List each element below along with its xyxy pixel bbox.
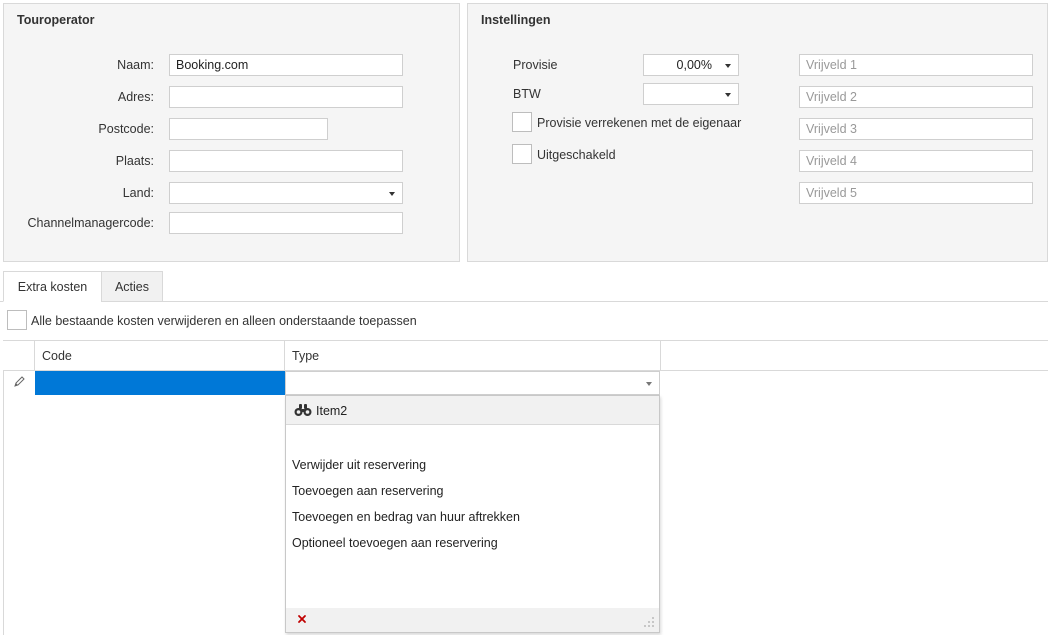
- adres-label: Adres:: [117, 90, 154, 104]
- uitgeschakeld-label[interactable]: Uitgeschakeld: [537, 148, 616, 162]
- chevron-down-icon[interactable]: [725, 64, 731, 68]
- btw-select[interactable]: [643, 83, 739, 105]
- vrijveld-5-field[interactable]: Vrijveld 5: [799, 182, 1033, 204]
- touroperator-title: Touroperator: [17, 13, 95, 27]
- dropdown-option[interactable]: Toevoegen en bedrag van huur aftrekken: [292, 510, 520, 524]
- provisie-label: Provisie: [513, 58, 558, 72]
- uitgeschakeld-checkbox[interactable]: [512, 144, 532, 164]
- btw-label: BTW: [513, 87, 541, 101]
- vrijveld-5-placeholder: Vrijveld 5: [806, 186, 857, 200]
- vrijveld-1-placeholder: Vrijveld 1: [806, 58, 857, 72]
- type-cell-editor[interactable]: [285, 371, 660, 395]
- provisie-verrekenen-label[interactable]: Provisie verrekenen met de eigenaar: [537, 116, 741, 130]
- vrijveld-1-field[interactable]: Vrijveld 1: [799, 54, 1033, 76]
- type-dropdown-popup: Item2 Verwijder uit reservering Toevoege…: [285, 395, 660, 633]
- land-label: Land:: [122, 186, 154, 200]
- kosten-verwijderen-label[interactable]: Alle bestaande kosten verwijderen en all…: [31, 314, 417, 328]
- dropdown-option[interactable]: Toevoegen aan reservering: [292, 484, 444, 498]
- provisie-select[interactable]: 0,00%: [643, 54, 739, 76]
- grid-header: Code Type: [3, 340, 1048, 371]
- channelmanagercode-label: Channelmanagercode:: [27, 216, 154, 230]
- dropdown-option-empty[interactable]: [292, 432, 652, 450]
- dropdown-search-bar[interactable]: Item2: [286, 396, 659, 425]
- column-header-code[interactable]: Code: [42, 349, 72, 363]
- resize-grip-icon[interactable]: [643, 616, 655, 628]
- column-divider: [284, 341, 285, 371]
- vrijveld-2-placeholder: Vrijveld 2: [806, 90, 857, 104]
- naam-field[interactable]: Booking.com: [169, 54, 403, 76]
- chevron-down-icon[interactable]: [646, 382, 652, 386]
- kosten-verwijderen-checkbox[interactable]: [7, 310, 27, 330]
- instellingen-title: Instellingen: [481, 13, 551, 27]
- land-select[interactable]: [169, 182, 403, 204]
- tab-acties[interactable]: Acties: [101, 271, 163, 302]
- plaats-field[interactable]: [169, 150, 403, 172]
- column-divider: [34, 341, 35, 371]
- tab-extra-kosten[interactable]: Extra kosten: [3, 271, 102, 302]
- naam-label: Naam:: [117, 58, 154, 72]
- chevron-down-icon[interactable]: [389, 192, 395, 196]
- chevron-down-icon[interactable]: [725, 93, 731, 97]
- row-indicator-column: [3, 371, 4, 635]
- vrijveld-2-field[interactable]: Vrijveld 2: [799, 86, 1033, 108]
- vrijveld-4-field[interactable]: Vrijveld 4: [799, 150, 1033, 172]
- plaats-label: Plaats:: [115, 154, 154, 168]
- binoculars-icon: [294, 403, 312, 417]
- tab-strip: Extra kosten Acties: [0, 270, 1048, 302]
- code-cell-editing[interactable]: [35, 371, 285, 395]
- column-divider: [660, 341, 661, 371]
- postcode-field[interactable]: [169, 118, 328, 140]
- dropdown-option[interactable]: Optioneel toevoegen aan reservering: [292, 536, 498, 550]
- vrijveld-3-field[interactable]: Vrijveld 3: [799, 118, 1033, 140]
- column-header-type[interactable]: Type: [292, 349, 319, 363]
- provisie-value: 0,00%: [676, 58, 712, 72]
- provisie-verrekenen-checkbox[interactable]: [512, 112, 532, 132]
- vrijveld-3-placeholder: Vrijveld 3: [806, 122, 857, 136]
- channelmanagercode-field[interactable]: [169, 212, 403, 234]
- dropdown-search-text: Item2: [316, 404, 348, 418]
- postcode-label: Postcode:: [98, 122, 154, 136]
- dropdown-option[interactable]: Verwijder uit reservering: [292, 458, 426, 472]
- adres-field[interactable]: [169, 86, 403, 108]
- pencil-icon: [12, 375, 26, 389]
- close-icon[interactable]: [296, 613, 308, 625]
- dropdown-footer: [286, 608, 659, 632]
- vrijveld-4-placeholder: Vrijveld 4: [806, 154, 857, 168]
